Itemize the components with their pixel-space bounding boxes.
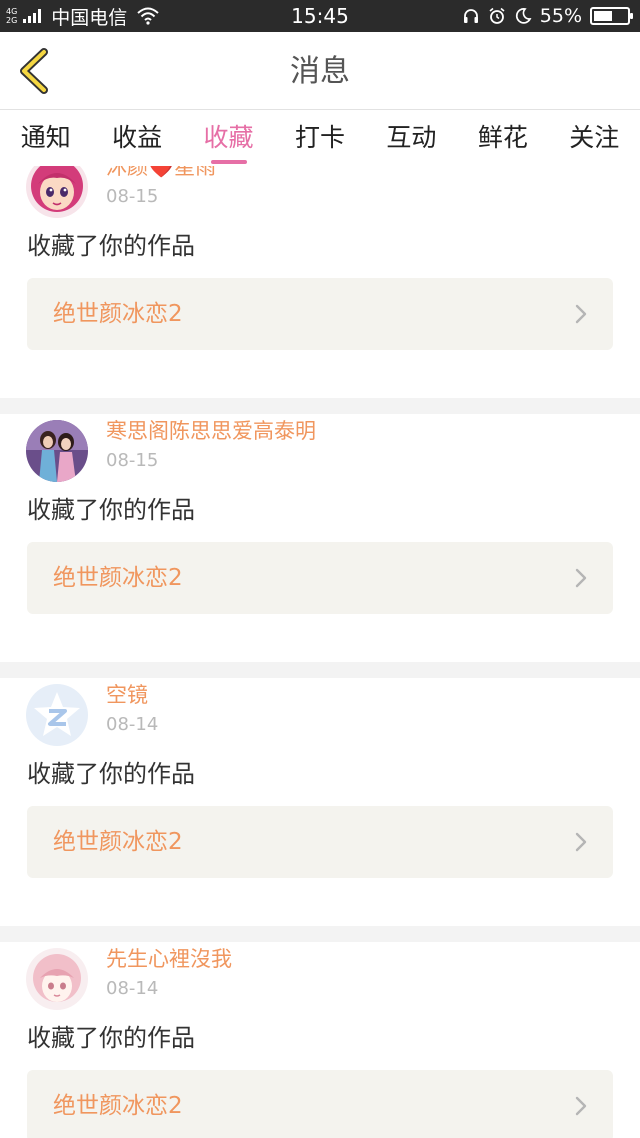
- status-bar-right: 55%: [462, 0, 633, 32]
- chevron-right-icon: [575, 568, 587, 588]
- tab-notify[interactable]: 通知: [0, 110, 91, 166]
- username[interactable]: 寒思阁陈思思爱高泰明: [106, 414, 316, 448]
- avatar[interactable]: [26, 166, 88, 218]
- work-title: 绝世颜冰恋2: [53, 565, 183, 591]
- message-date: 08-15: [106, 450, 159, 471]
- message-action: 收藏了你的作品: [27, 760, 195, 788]
- tab-favorites[interactable]: 收藏: [183, 110, 274, 166]
- battery-icon: [590, 7, 633, 25]
- username[interactable]: 先生心裡沒我: [106, 942, 232, 976]
- chevron-right-icon: [575, 1096, 587, 1116]
- work-link[interactable]: 绝世颜冰恋2: [27, 278, 613, 350]
- message-date: 08-14: [106, 978, 159, 999]
- message-action: 收藏了你的作品: [27, 1024, 195, 1052]
- tab-follow[interactable]: 关注: [549, 110, 640, 166]
- cartoon-girl-avatar-icon: [26, 166, 88, 218]
- default-qzone-avatar-icon: [26, 684, 88, 746]
- tab-flowers[interactable]: 鲜花: [457, 110, 548, 166]
- message-date: 08-15: [106, 186, 159, 207]
- nav-header: 消息: [0, 32, 640, 110]
- back-button[interactable]: [14, 48, 54, 94]
- two-girls-photo-avatar-icon: [26, 420, 88, 482]
- username[interactable]: 空镜: [106, 678, 148, 712]
- username[interactable]: 沐颜❤️星雨: [106, 166, 216, 184]
- work-title: 绝世颜冰恋2: [53, 1093, 183, 1119]
- tab-interact[interactable]: 互动: [366, 110, 457, 166]
- work-title: 绝世颜冰恋2: [53, 829, 183, 855]
- message-action: 收藏了你的作品: [27, 496, 195, 524]
- message-action: 收藏了你的作品: [27, 232, 195, 260]
- message-card: 先生心裡沒我 08-14 收藏了你的作品 绝世颜冰恋2: [0, 942, 640, 1138]
- work-link[interactable]: 绝世颜冰恋2: [27, 1070, 613, 1138]
- message-card: 寒思阁陈思思爱高泰明 08-15 收藏了你的作品 绝世颜冰恋2: [0, 414, 640, 662]
- alarm-icon: [489, 7, 505, 24]
- work-link[interactable]: 绝世颜冰恋2: [27, 542, 613, 614]
- chevron-right-icon: [575, 304, 587, 324]
- tab-bar: 通知 收益 收藏 打卡 互动 鲜花 关注: [0, 110, 640, 166]
- work-title: 绝世颜冰恋2: [53, 301, 183, 327]
- headset-icon: [463, 9, 478, 23]
- work-link[interactable]: 绝世颜冰恋2: [27, 806, 613, 878]
- anime-pink-hair-avatar-icon: [26, 948, 88, 1010]
- battery-percent: 55%: [539, 5, 582, 27]
- message-card: 空镜 08-14 收藏了你的作品 绝世颜冰恋2: [0, 678, 640, 926]
- chevron-right-icon: [575, 832, 587, 852]
- page-title: 消息: [290, 54, 350, 89]
- avatar[interactable]: [26, 948, 88, 1010]
- avatar[interactable]: [26, 420, 88, 482]
- status-bar: 4G 2G 中国电信 15:45 55%: [0, 0, 640, 32]
- tab-earnings[interactable]: 收益: [91, 110, 182, 166]
- moon-icon: [515, 8, 532, 24]
- message-date: 08-14: [106, 714, 159, 735]
- message-list: 沐颜❤️星雨 08-15 收藏了你的作品 绝世颜冰恋2 寒思阁陈思思爱高泰明 0…: [0, 166, 640, 1138]
- tab-checkin[interactable]: 打卡: [274, 110, 365, 166]
- avatar[interactable]: [26, 684, 88, 746]
- message-card: 沐颜❤️星雨 08-15 收藏了你的作品 绝世颜冰恋2: [0, 166, 640, 398]
